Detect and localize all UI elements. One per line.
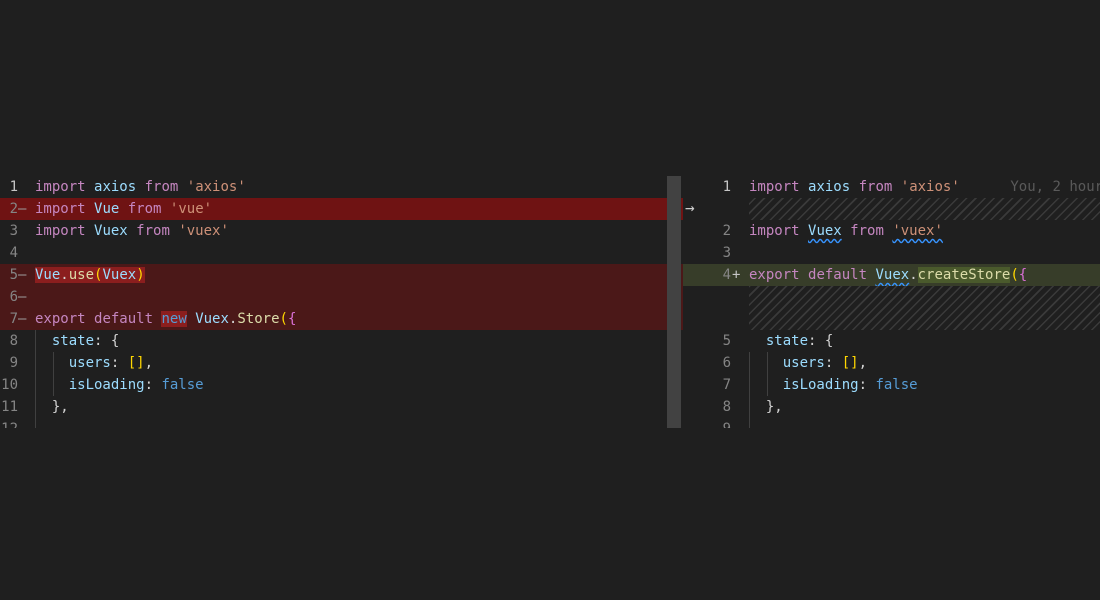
line-number: 6 [722,355,731,371]
code-text: users: [], [782,355,868,371]
code-line-4-added[interactable]: 4 + export default Vuex.createStore({ [683,264,1100,286]
code-line-2-removed[interactable]: 2 — import Vue from 'vue' [0,198,683,220]
removed-marker: — [18,267,27,283]
line-number: 5 [9,267,18,283]
line-number: 8 [722,399,731,415]
code-line-6-removed[interactable]: 6 — [0,286,683,308]
code-line-4[interactable]: 4 [0,242,683,264]
line-number: 2 [9,201,18,217]
code-line-9[interactable]: 9 users: [], [0,352,683,374]
code-line-8[interactable]: 8 state: { [0,330,683,352]
removed-marker: — [18,289,27,305]
line-number: 8 [9,333,18,349]
line-number: 4 [722,267,731,283]
code-text: import Vuex from 'vuex' [35,223,229,239]
code-text: }, [765,399,783,415]
code-text: }, [51,399,69,415]
code-text: state: { [765,333,834,349]
code-line-1[interactable]: 1 import axios from 'axios' You, 2 hours… [683,176,1100,198]
line-number: 3 [722,245,731,261]
code-text: export default Vuex.createStore({ [749,267,1028,283]
code-text: import Vue from 'vue' [35,201,213,217]
line-number: 12 [0,418,18,428]
code-text: import axios from 'axios' [35,179,246,195]
code-line-10[interactable]: 10 isLoading: false [0,374,683,396]
code-line-3[interactable]: 3 [683,242,1100,264]
code-text: state: { [51,333,120,349]
code-text: export default new Vuex.Store({ [35,311,297,327]
line-number: 6 [9,289,18,305]
vertical-scrollbar[interactable] [667,176,681,428]
code-line-2[interactable]: 2 import Vuex from 'vuex' [683,220,1100,242]
code-text: isLoading: false [68,377,204,393]
code-line-12[interactable]: 12 [0,418,683,428]
code-line-7[interactable]: 7 isLoading: false [683,374,1100,396]
code-line-8[interactable]: 8 }, [683,396,1100,418]
code-text: import axios from 'axios' You, 2 hours a… [749,176,1100,198]
git-blame-annotation: You, 2 hours ago [1010,179,1100,195]
code-text: Vue.use(Vuex) [35,267,145,283]
diff-placeholder-hatch [749,286,1100,330]
code-line-7-removed[interactable]: 7 — export default new Vuex.Store({ [0,308,683,330]
removed-marker: — [18,311,27,327]
line-number: 5 [722,333,731,349]
line-number: 9 [699,418,731,428]
code-text: users: [], [68,355,154,371]
diff-original-pane[interactable]: 1 import axios from 'axios' 2 — import V… [0,176,683,428]
code-line-5-removed[interactable]: 5 — Vue.use(Vuex) [0,264,683,286]
line-number: 9 [9,355,18,371]
code-text: import Vuex from 'vuex' [749,223,943,239]
scrollbar-thumb[interactable] [667,176,681,428]
added-marker: + [732,267,741,283]
line-number: 7 [9,311,18,327]
code-line-3[interactable]: 3 import Vuex from 'vuex' [0,220,683,242]
code-line-9[interactable]: 9 [683,418,1100,428]
diff-placeholder-hatch [749,198,1100,220]
line-number: 4 [9,245,18,261]
line-number: 3 [9,223,18,239]
line-number: 11 [1,399,18,415]
line-number: 1 [9,179,18,195]
removed-marker: — [18,201,27,217]
code-line-5[interactable]: 5 state: { [683,330,1100,352]
code-line-6[interactable]: 6 users: [], [683,352,1100,374]
line-number: 10 [1,377,18,393]
line-number: 7 [722,377,731,393]
code-text: isLoading: false [782,377,918,393]
code-line-11[interactable]: 11 }, [0,396,683,418]
code-line-1[interactable]: 1 import axios from 'axios' [0,176,683,198]
diff-modified-pane[interactable]: 1 import axios from 'axios' You, 2 hours… [683,176,1100,428]
line-number: 2 [722,223,731,239]
line-number: 1 [722,179,731,195]
